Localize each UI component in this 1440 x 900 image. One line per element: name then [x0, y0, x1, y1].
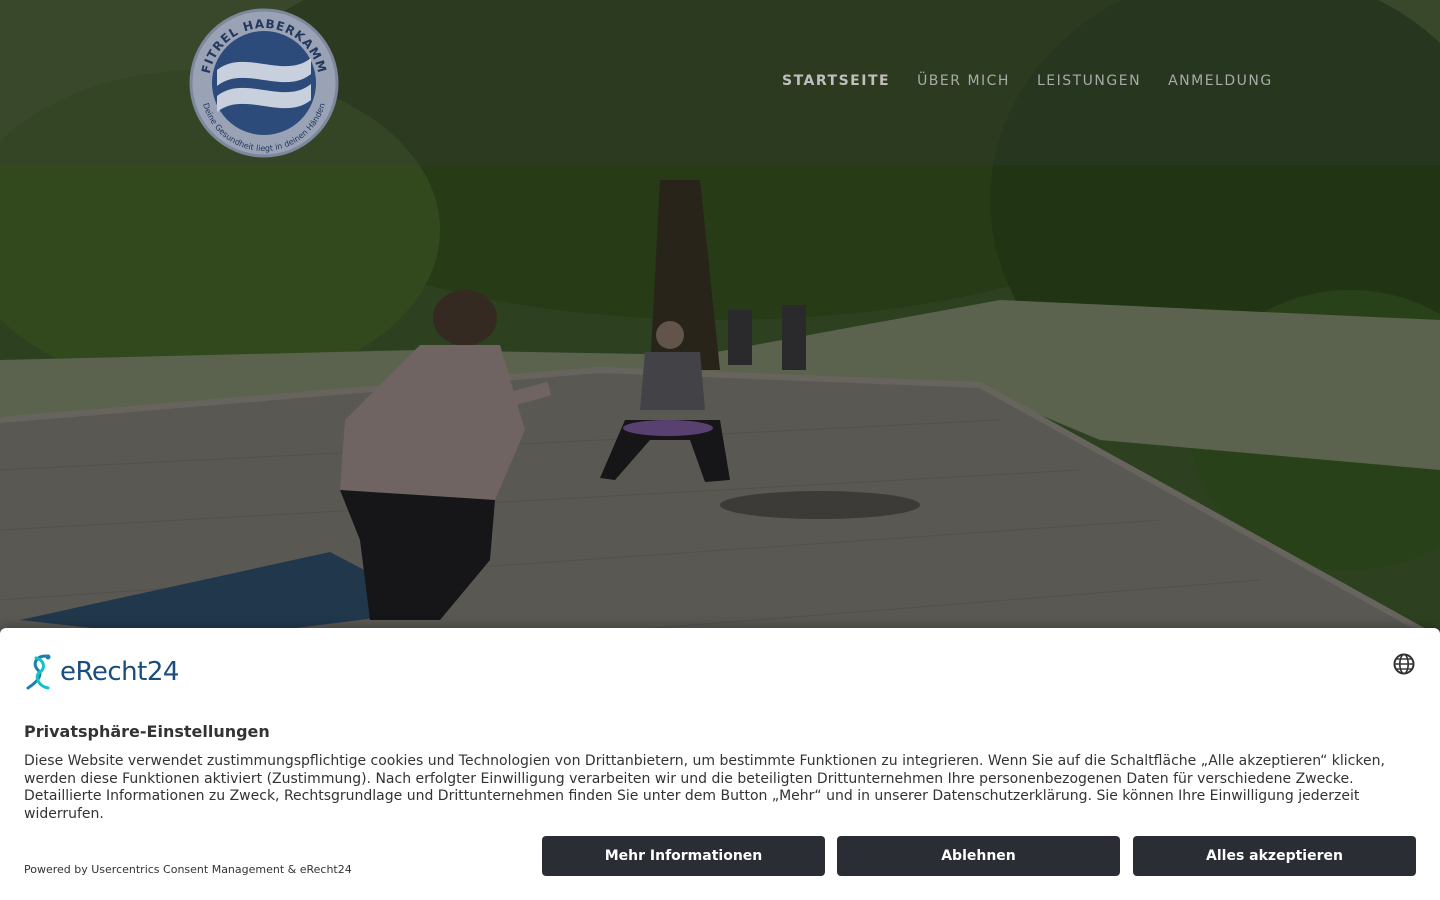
- brand-name: eRecht24: [60, 657, 179, 687]
- cookie-consent-banner: eRecht24 Privatsphäre-Einstellungen Dies…: [0, 628, 1440, 900]
- nav-item-startseite[interactable]: STARTSEITE: [782, 73, 890, 89]
- consent-title: Privatsphäre-Einstellungen: [24, 722, 270, 741]
- powered-by-text: Powered by Usercentrics Consent Manageme…: [24, 863, 352, 876]
- accept-all-button[interactable]: Alles akzeptieren: [1133, 836, 1416, 876]
- deny-button[interactable]: Ablehnen: [837, 836, 1120, 876]
- nav-item-leistungen[interactable]: LEISTUNGEN: [1037, 73, 1141, 89]
- nav-item-ueber-mich[interactable]: ÜBER MICH: [917, 73, 1010, 89]
- site-logo[interactable]: FITREL HABERKAMM Deine Gesundheit liegt …: [189, 8, 339, 158]
- globe-wave-logo-icon: FITREL HABERKAMM Deine Gesundheit liegt …: [189, 8, 339, 158]
- consent-description: Diese Website verwendet zustimmungspflic…: [24, 753, 1385, 822]
- more-information-button[interactable]: Mehr Informationen: [542, 836, 825, 876]
- erecht24-logo-icon: [26, 654, 51, 690]
- erecht24-brand: eRecht24: [24, 652, 179, 692]
- language-globe-icon[interactable]: [1392, 652, 1416, 676]
- main-nav: STARTSEITE ÜBER MICH LEISTUNGEN ANMELDUN…: [782, 73, 1300, 89]
- nav-item-anmeldung[interactable]: ANMELDUNG: [1168, 73, 1273, 89]
